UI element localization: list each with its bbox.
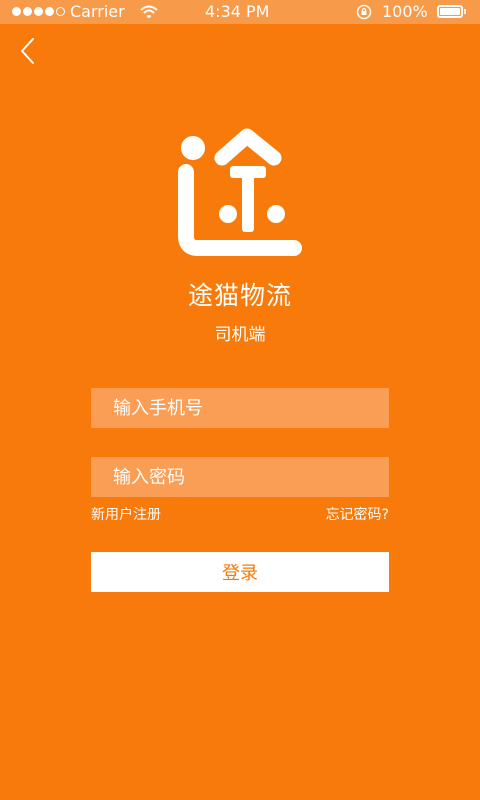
battery-fill <box>440 8 460 15</box>
signal-dot <box>34 7 43 16</box>
status-time: 4:34 PM <box>205 2 270 21</box>
password-field[interactable] <box>91 456 389 498</box>
signal-dot <box>56 7 65 16</box>
phone-input[interactable] <box>111 387 389 429</box>
back-button[interactable] <box>14 36 44 66</box>
carrier-label: Carrier <box>70 2 125 21</box>
signal-dot <box>23 7 32 16</box>
login-button[interactable]: 登录 <box>91 552 389 592</box>
wifi-icon <box>140 4 158 23</box>
signal-strength-icon <box>12 7 65 16</box>
app-subtitle: 司机端 <box>214 325 266 345</box>
signal-dot <box>45 7 54 16</box>
phone-field[interactable] <box>91 387 389 429</box>
register-link[interactable]: 新用户注册 <box>91 504 161 524</box>
signal-dot <box>12 7 21 16</box>
forgot-password-link[interactable]: 忘记密码? <box>326 504 389 524</box>
password-input[interactable] <box>111 456 389 498</box>
rotation-lock-icon <box>356 4 372 24</box>
chevron-left-icon <box>21 38 34 64</box>
battery-icon <box>437 5 463 18</box>
battery-percentage: 100% <box>382 2 428 21</box>
app-logo-icon <box>178 124 304 258</box>
status-bar: Carrier 4:34 PM 100% <box>0 0 480 24</box>
battery-tip <box>464 9 466 14</box>
app-name: 途猫物流 <box>187 281 292 310</box>
